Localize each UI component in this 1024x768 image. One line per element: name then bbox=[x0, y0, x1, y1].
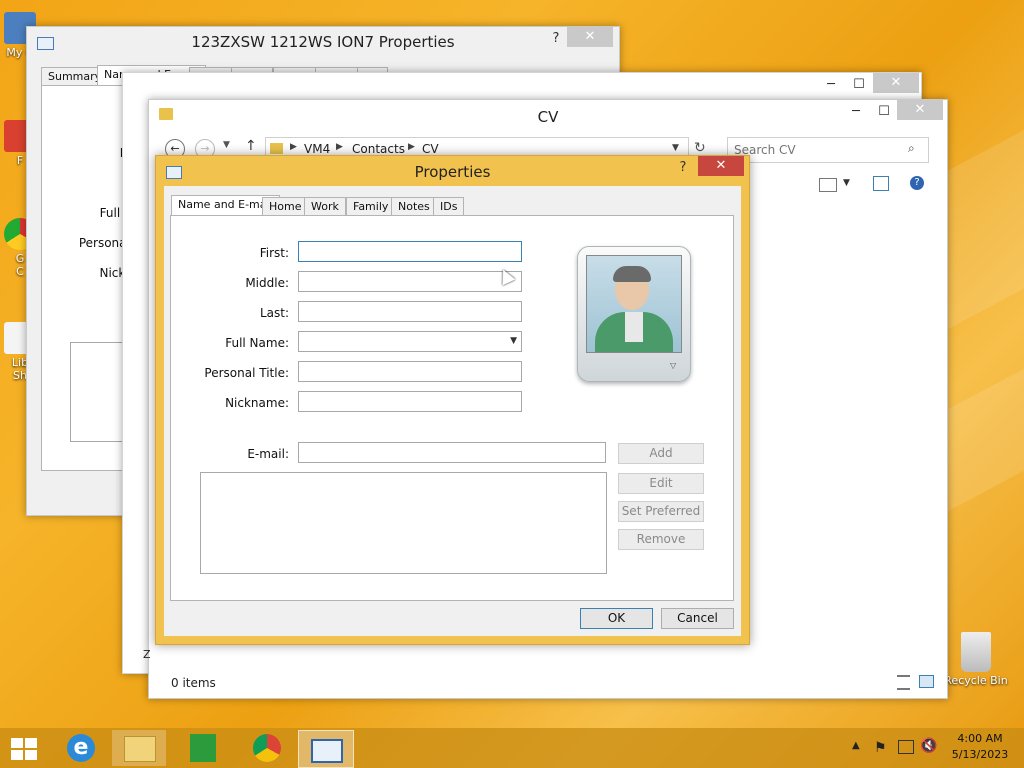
help-icon[interactable]: ? bbox=[910, 176, 924, 190]
clock-date: 5/13/2023 bbox=[951, 748, 1009, 761]
clock-time: 4:00 AM bbox=[957, 732, 1003, 745]
edit-button[interactable]: Edit bbox=[618, 473, 704, 494]
email-list[interactable] bbox=[200, 472, 607, 574]
dialog-title: Properties bbox=[414, 163, 491, 181]
add-button[interactable]: Add bbox=[618, 443, 704, 464]
tab-ids[interactable]: IDs bbox=[433, 197, 465, 217]
desktop-icon-label: F bbox=[16, 154, 24, 167]
chevron-down-icon[interactable]: ▼ bbox=[843, 178, 850, 188]
middle-name-input[interactable] bbox=[298, 271, 522, 292]
desktop-icon-label: Recycle Bin bbox=[944, 674, 1008, 687]
folder-icon bbox=[270, 143, 283, 154]
chevron-down-icon[interactable]: ▼ bbox=[672, 143, 679, 153]
tab-work[interactable]: Work bbox=[304, 197, 346, 217]
details-view-icon[interactable] bbox=[897, 675, 910, 690]
recycle-bin-icon bbox=[961, 632, 991, 672]
last-label: Last: bbox=[259, 306, 289, 320]
desktop-icon-recycle-bin[interactable]: Recycle Bin bbox=[944, 632, 1008, 687]
taskbar-file-explorer[interactable] bbox=[112, 730, 166, 766]
tab-family[interactable]: Family bbox=[346, 197, 396, 217]
maximize-button[interactable]: ☐ bbox=[871, 102, 897, 122]
first-name-input[interactable] bbox=[298, 241, 522, 262]
breadcrumb-separator-icon: ▶ bbox=[290, 142, 297, 152]
email-label: E-mail: bbox=[247, 447, 289, 461]
show-hidden-icons-icon[interactable]: ▲ bbox=[852, 740, 860, 751]
help-button[interactable]: ? bbox=[543, 29, 569, 49]
close-button[interactable]: ✕ bbox=[873, 73, 919, 93]
file-explorer-icon bbox=[124, 736, 156, 762]
search-icon[interactable]: ⌕ bbox=[908, 141, 915, 156]
store-icon bbox=[190, 734, 216, 762]
email-input[interactable] bbox=[298, 442, 606, 463]
taskbar-store[interactable] bbox=[176, 730, 230, 766]
full-name-select[interactable]: ▼ bbox=[298, 331, 522, 352]
remove-button[interactable]: Remove bbox=[618, 529, 704, 550]
tab-home[interactable]: Home bbox=[262, 197, 309, 217]
chrome-icon bbox=[253, 734, 281, 762]
navigation-pane-letter: Z bbox=[143, 648, 151, 661]
item-count: 0 items bbox=[171, 676, 216, 690]
ok-button[interactable]: OK bbox=[580, 608, 653, 629]
close-button[interactable]: ✕ bbox=[567, 27, 613, 47]
breadcrumb-item[interactable]: Contacts bbox=[352, 142, 405, 156]
properties-dialog[interactable]: Properties ? ✕ Name and E-mail Home Work… bbox=[155, 155, 750, 645]
maximize-button[interactable]: ☐ bbox=[846, 75, 872, 95]
desktop-icon-label: G C bbox=[15, 252, 25, 278]
volume-muted-icon[interactable]: 🔇 bbox=[920, 738, 937, 754]
close-button[interactable]: ✕ bbox=[897, 100, 943, 120]
breadcrumb-item[interactable]: VM4 bbox=[304, 142, 330, 156]
nickname-label: Nickname: bbox=[225, 396, 289, 410]
taskbar-contacts[interactable] bbox=[298, 730, 354, 768]
window-title: 123ZXSW 1212WS ION7 Properties bbox=[191, 33, 455, 51]
up-arrow-icon[interactable]: ↑ bbox=[245, 138, 257, 154]
search-input[interactable] bbox=[732, 140, 896, 160]
large-icons-view-icon[interactable] bbox=[919, 675, 934, 688]
contact-picture-button[interactable]: ▽ bbox=[577, 246, 691, 382]
action-center-flag-icon[interactable]: ⚑ bbox=[874, 740, 887, 756]
minimize-button[interactable]: ─ bbox=[843, 102, 869, 122]
preview-pane-icon[interactable] bbox=[873, 176, 889, 191]
full-name-label: Full Name: bbox=[225, 336, 289, 350]
title-bar[interactable]: 123ZXSW 1212WS ION7 Properties ? ✕ bbox=[27, 27, 619, 57]
last-name-input[interactable] bbox=[298, 301, 522, 322]
windows-logo-icon bbox=[11, 738, 37, 760]
first-label: First: bbox=[259, 246, 289, 260]
chevron-down-icon[interactable]: ▼ bbox=[510, 332, 517, 351]
personal-title-input[interactable] bbox=[298, 361, 522, 382]
help-button[interactable]: ? bbox=[670, 158, 696, 178]
cancel-button[interactable]: Cancel bbox=[661, 608, 734, 629]
internet-explorer-icon: e bbox=[67, 734, 95, 762]
breadcrumb-separator-icon: ▶ bbox=[336, 142, 343, 152]
contact-avatar-icon bbox=[586, 255, 682, 353]
title-bar[interactable]: CV ─ ☐ ✕ bbox=[149, 100, 947, 130]
breadcrumb-item[interactable]: CV bbox=[422, 142, 439, 156]
set-preferred-button[interactable]: Set Preferred bbox=[618, 501, 704, 522]
chevron-down-icon[interactable]: ▽ bbox=[670, 361, 676, 370]
network-icon[interactable] bbox=[898, 740, 914, 754]
nickname-input[interactable] bbox=[298, 391, 522, 412]
breadcrumb-separator-icon: ▶ bbox=[408, 142, 415, 152]
contact-card-icon bbox=[311, 739, 343, 763]
dialog-body: Name and E-mail Home Work Family Notes I… bbox=[164, 186, 741, 636]
tab-notes[interactable]: Notes bbox=[391, 197, 437, 217]
refresh-icon[interactable]: ↻ bbox=[694, 140, 706, 156]
window-title: CV bbox=[537, 108, 559, 126]
clock[interactable]: 4:00 AM 5/13/2023 bbox=[944, 732, 1016, 761]
start-button[interactable] bbox=[0, 730, 54, 766]
close-button[interactable]: ✕ bbox=[698, 156, 744, 176]
recent-dropdown-icon[interactable]: ▼ bbox=[223, 140, 230, 150]
search-box[interactable]: ⌕ bbox=[727, 137, 929, 163]
view-options-icon[interactable] bbox=[819, 178, 837, 192]
taskbar-internet-explorer[interactable]: e bbox=[54, 730, 108, 766]
personal-title-label: Personal Title: bbox=[204, 366, 289, 380]
middle-label: Middle: bbox=[245, 276, 289, 290]
title-bar[interactable]: Properties ? ✕ bbox=[156, 156, 749, 186]
taskbar-chrome[interactable] bbox=[240, 730, 294, 766]
tab-strip: Name and E-mail Home Work Family Notes I… bbox=[171, 195, 731, 217]
status-bar: 0 items bbox=[149, 668, 947, 698]
tab-panel: First: Middle: Last: Full Name: ▼ Person… bbox=[170, 215, 734, 601]
minimize-button[interactable]: ─ bbox=[818, 75, 844, 95]
taskbar: e ▲ ⚑ 🔇 4:00 AM 5/13/2023 bbox=[0, 728, 1024, 768]
